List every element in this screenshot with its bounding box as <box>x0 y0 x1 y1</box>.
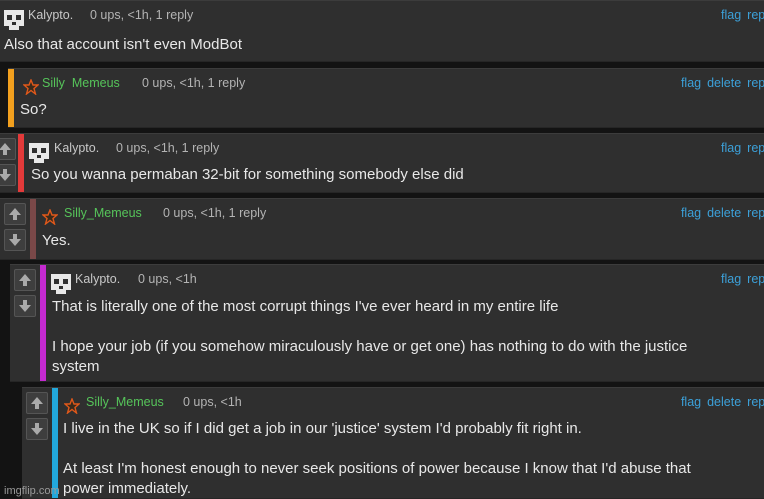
skull-avatar-icon[interactable] <box>51 274 71 294</box>
imgflip-watermark: imgflip.com <box>4 485 60 497</box>
star-avatar-icon[interactable] <box>23 79 39 95</box>
comment-body: That is literally one of the most corrup… <box>52 297 687 377</box>
comment-actions: flag delete repl <box>675 395 764 409</box>
reply-link[interactable]: repl <box>747 76 764 90</box>
comment-header: Silly Memeus 0 ups, <1h, 1 reply <box>8 76 764 95</box>
comment-header: Silly_Memeus 0 ups, <1h <box>22 395 764 414</box>
flag-link[interactable]: flag <box>721 8 741 22</box>
comment-line: I live in the UK so if I did get a job i… <box>63 420 582 437</box>
username[interactable]: Silly_Memeus <box>86 395 164 409</box>
skull-avatar-icon[interactable] <box>29 143 49 163</box>
downvote-button[interactable] <box>14 295 36 317</box>
comment-meta: 0 ups, <1h, 1 reply <box>90 8 194 22</box>
flag-link[interactable]: flag <box>681 395 701 409</box>
comment-header: Silly_Memeus 0 ups, <1h, 1 reply <box>0 206 764 225</box>
username[interactable]: Kalypto. <box>75 272 120 286</box>
comment-header: Kalypto. 0 ups, <1h, 1 reply <box>0 141 764 163</box>
comment-line <box>63 439 691 459</box>
flag-link[interactable]: flag <box>681 206 701 220</box>
username[interactable]: Kalypto. <box>54 141 99 155</box>
downvote-button[interactable] <box>26 418 48 440</box>
flag-link[interactable]: flag <box>681 76 701 90</box>
delete-link[interactable]: delete <box>707 76 741 90</box>
skull-avatar-icon[interactable] <box>4 10 24 30</box>
comment-body: I live in the UK so if I did get a job i… <box>63 419 691 498</box>
comment-line: power immediately. <box>63 480 192 497</box>
downvote-arrow-icon <box>0 169 11 181</box>
reply-link[interactable]: repl <box>747 141 764 155</box>
comment-1: Silly Memeus 0 ups, <1h, 1 reply flag del… <box>8 68 764 128</box>
downvote-arrow-icon <box>31 423 43 435</box>
comment-2: Kalypto. 0 ups, <1h, 1 reply flag repl So… <box>0 133 764 193</box>
username[interactable]: Silly Memeus <box>42 76 120 90</box>
comment-line: At least I'm honest enough to never seek… <box>63 460 691 477</box>
downvote-arrow-icon <box>9 234 21 246</box>
delete-link[interactable]: delete <box>707 206 741 220</box>
reply-link[interactable]: repl <box>747 272 764 286</box>
downvote-button[interactable] <box>0 164 16 186</box>
comment-line <box>52 317 687 337</box>
comment-meta: 0 ups, <1h <box>138 272 197 286</box>
comment-body: Yes. <box>42 231 71 251</box>
reply-link[interactable]: repl <box>747 206 764 220</box>
comment-3: Silly_Memeus 0 ups, <1h, 1 reply flag del… <box>0 198 764 260</box>
comment-line: I hope your job (if you somehow miraculo… <box>52 338 688 355</box>
username[interactable]: Silly_Memeus <box>64 206 142 220</box>
comment-line: So you wanna permaban 32-bit for somethi… <box>31 166 464 183</box>
comment-meta: 0 ups, <1h, 1 reply <box>116 141 220 155</box>
comment-body: So? <box>20 100 47 120</box>
comment-0: Kalypto. 0 ups, <1h, 1 reply flag repl Al… <box>0 0 764 62</box>
comment-meta: 0 ups, <1h <box>183 395 242 409</box>
comment-4: Kalypto. 0 ups, <1h flag repl That is lit… <box>10 264 764 382</box>
reply-link[interactable]: repl <box>747 395 764 409</box>
comment-5: Silly_Memeus 0 ups, <1h flag delete repl I… <box>22 387 764 499</box>
comment-actions: flag delete repl <box>675 76 764 90</box>
star-avatar-icon[interactable] <box>64 398 80 414</box>
flag-link[interactable]: flag <box>721 141 741 155</box>
username[interactable]: Kalypto. <box>28 8 73 22</box>
comment-line: Yes. <box>42 232 71 249</box>
comment-meta: 0 ups, <1h, 1 reply <box>163 206 267 220</box>
reply-link[interactable]: repl <box>747 8 764 22</box>
comment-actions: flag repl <box>715 272 764 286</box>
comment-header: Kalypto. 0 ups, <1h, 1 reply <box>0 8 764 30</box>
comment-meta: 0 ups, <1h, 1 reply <box>142 76 246 90</box>
comment-actions: flag repl <box>715 141 764 155</box>
comment-actions: flag repl <box>715 8 764 22</box>
comment-line: system <box>52 358 100 375</box>
comment-actions: flag delete repl <box>675 206 764 220</box>
comment-line: So? <box>20 101 47 118</box>
comment-line: Also that account isn't even ModBot <box>4 36 243 53</box>
star-avatar-icon[interactable] <box>42 209 58 225</box>
downvote-button[interactable] <box>4 229 26 251</box>
comment-body: Also that account isn't even ModBot <box>4 35 242 55</box>
comment-header: Kalypto. 0 ups, <1h <box>10 272 764 294</box>
flag-link[interactable]: flag <box>721 272 741 286</box>
comment-body: So you wanna permaban 32-bit for somethi… <box>31 165 464 185</box>
downvote-arrow-icon <box>19 300 31 312</box>
delete-link[interactable]: delete <box>707 395 741 409</box>
comment-line: That is literally one of the most corrup… <box>52 298 559 315</box>
